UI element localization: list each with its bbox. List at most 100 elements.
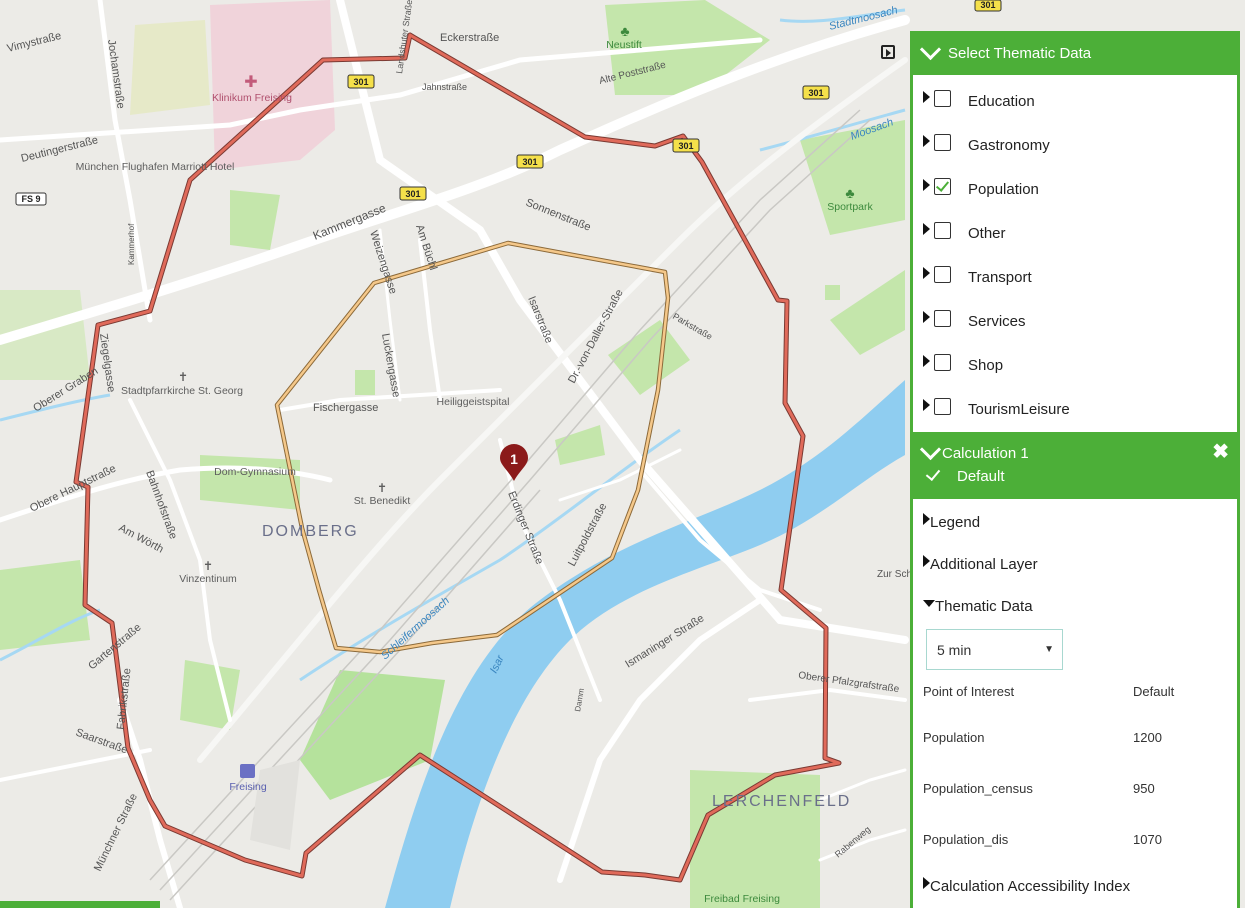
calculation-title: Calculation 1 (942, 445, 1029, 462)
caret-right-icon[interactable] (923, 91, 930, 103)
tree-icon: ♣ (620, 23, 629, 39)
church-icon: ✝ (203, 559, 213, 573)
caret-right-icon (923, 555, 930, 567)
area-label: LERCHENFELD (712, 793, 851, 810)
poi-label: Vinzentinum (179, 573, 237, 585)
area-label: DOMBERG (262, 523, 359, 540)
train-station-icon (240, 764, 255, 778)
section-thematic-data[interactable]: Thematic Data (913, 585, 1237, 627)
poi-table: Point of Interest Default Population 120… (923, 684, 1213, 865)
thematic-header[interactable]: Select Thematic Data (913, 31, 1237, 75)
caret-right-icon[interactable] (923, 267, 930, 279)
play-icon (881, 45, 895, 59)
check-icon (925, 465, 941, 482)
hospital-icon: ✚ (244, 74, 257, 91)
poi-label: St. Benedikt (354, 495, 411, 507)
thematic-list: Education Gastronomy Population Other Tr… (913, 75, 1237, 431)
caret-right-icon (923, 877, 930, 889)
poi-label: München Flughafen Marriott Hotel (76, 161, 235, 173)
caret-right-icon[interactable] (923, 355, 930, 367)
thematic-item-label: Education (968, 92, 1035, 110)
checkbox[interactable] (934, 265, 951, 283)
section-label: Additional Layer (930, 555, 1038, 573)
thematic-item-label: Other (968, 224, 1006, 242)
road-badge: 301 (405, 189, 420, 199)
thematic-item-education[interactable]: Education (913, 79, 1237, 123)
poi-label: Heiliggeistspital (437, 396, 510, 408)
section-accessibility-index[interactable]: Calculation Accessibility Index (913, 865, 1237, 907)
table-cell: 1070 (1133, 832, 1162, 847)
poi-label: Stadtpfarrkirche St. Georg (121, 385, 243, 397)
thematic-item-tourismleisure[interactable]: TourismLeisure (913, 387, 1237, 431)
caret-down-icon (923, 599, 935, 607)
table-header-row: Point of Interest Default (923, 684, 1213, 712)
marker-number: 1 (510, 451, 518, 467)
caret-right-icon (923, 513, 930, 525)
road-badge: 301 (353, 77, 368, 87)
table-header: Default (1133, 684, 1175, 699)
checkbox-checked[interactable] (934, 177, 951, 195)
caret-right-icon[interactable] (923, 135, 930, 147)
calculation-header[interactable]: Calculation 1 Default ✖ (913, 432, 1237, 499)
street-label: Eckerstraße (440, 32, 499, 44)
dropdown-caret-icon: ▼ (1044, 644, 1054, 655)
road-badge: 301 (678, 141, 693, 151)
thematic-item-label: Population (968, 180, 1039, 198)
poi-label: Dom-Gymnasium (214, 466, 296, 478)
table-cell: Population (923, 730, 985, 745)
caret-right-icon[interactable] (923, 399, 930, 411)
poi-label: Neustift (606, 39, 642, 51)
street-label: Kammerhof (127, 223, 136, 265)
poi-label: Freibad Freising (704, 893, 780, 905)
caret-right-icon[interactable] (923, 311, 930, 323)
thematic-item-shop[interactable]: Shop (913, 343, 1237, 387)
table-row: Population_dis 1070 (923, 814, 1213, 865)
table-row: Population 1200 (923, 712, 1213, 763)
table-cell: 950 (1133, 781, 1155, 796)
road-badge: 301 (980, 0, 995, 10)
poi-label: Freising (229, 781, 267, 793)
thematic-item-label: Gastronomy (968, 136, 1050, 154)
bottom-strip (0, 901, 160, 908)
time-select[interactable]: 5 min ▼ (926, 629, 1063, 670)
road-badge: FS 9 (21, 194, 40, 204)
checkbox[interactable] (934, 309, 951, 327)
thematic-item-other[interactable]: Other (913, 211, 1237, 255)
tree-icon: ♣ (845, 185, 854, 201)
side-panel: Select Thematic Data Education Gastronom… (910, 31, 1240, 908)
caret-right-icon[interactable] (923, 179, 930, 191)
thematic-item-gastronomy[interactable]: Gastronomy (913, 123, 1237, 167)
checkbox[interactable] (934, 353, 951, 371)
road-badge: 301 (808, 88, 823, 98)
road-badge: 301 (522, 157, 537, 167)
section-legend[interactable]: Legend (913, 501, 1237, 543)
time-select-value: 5 min (937, 641, 972, 658)
table-row: Population_census 950 (923, 763, 1213, 814)
section-additional-layer[interactable]: Additional Layer (913, 543, 1237, 585)
thematic-item-population[interactable]: Population (913, 167, 1237, 211)
checkbox[interactable] (934, 133, 951, 151)
calculation-subtitle: Default (957, 468, 1005, 485)
checkbox[interactable] (934, 89, 951, 107)
thematic-item-label: Shop (968, 356, 1004, 374)
checkbox[interactable] (934, 221, 951, 239)
table-cell: 1200 (1133, 730, 1162, 745)
chevron-down-icon (919, 38, 942, 60)
church-icon: ✝ (178, 370, 188, 384)
poi-label: Klinikum Freising (212, 92, 292, 104)
church-icon: ✝ (377, 481, 387, 495)
table-header: Point of Interest (923, 684, 1015, 699)
checkbox[interactable] (934, 397, 951, 415)
calculation-subtitle-row: Default (925, 465, 1005, 485)
thematic-item-label: Transport (968, 268, 1032, 286)
table-cell: Population_dis (923, 832, 1009, 847)
close-icon[interactable]: ✖ (1212, 439, 1229, 464)
thematic-item-transport[interactable]: Transport (913, 255, 1237, 299)
caret-right-icon[interactable] (923, 223, 930, 235)
section-label: Thematic Data (935, 597, 1033, 615)
toggle-panel-button[interactable] (876, 40, 900, 64)
thematic-item-services[interactable]: Services (913, 299, 1237, 343)
table-cell: Population_census (923, 781, 1033, 796)
thematic-item-label: Services (968, 312, 1026, 330)
poi-label: Sportpark (827, 201, 873, 213)
